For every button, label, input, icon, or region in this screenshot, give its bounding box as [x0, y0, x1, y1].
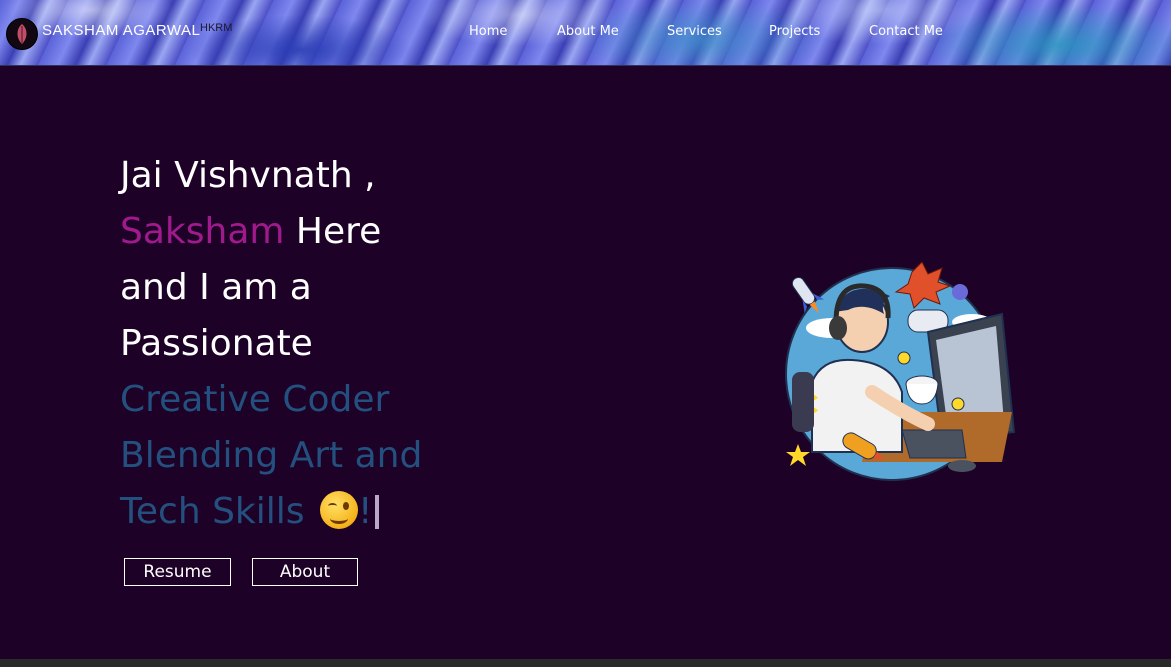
nav-services[interactable]: Services: [667, 24, 722, 39]
nav-about-me[interactable]: About Me: [557, 24, 619, 39]
typing-cursor: [375, 495, 380, 529]
brand-name[interactable]: SAKSHAM AGARWAL: [42, 22, 200, 39]
nav-home[interactable]: Home: [469, 24, 507, 39]
hero-line-name: Saksham Here: [120, 204, 500, 260]
gamer-coder-illustration: [752, 261, 1022, 491]
hero-line-intro: and I am a: [120, 267, 312, 308]
nav-contact-me[interactable]: Contact Me: [869, 24, 943, 39]
about-button[interactable]: About: [252, 558, 358, 586]
hero-exclaim: !: [358, 491, 373, 532]
brand-superscript: HKRM: [200, 22, 233, 34]
hero-typed-line-3: Tech Skills !: [120, 484, 500, 540]
hero-text: Jai Vishvnath , Saksham Here and I am a …: [120, 148, 500, 540]
top-header: SAKSHAM AGARWAL HKRM Home About Me Servi…: [0, 0, 1171, 66]
hero-here: Here: [284, 211, 382, 252]
hero-name: Saksham: [120, 211, 285, 252]
bottom-scroll-bar: [0, 659, 1171, 667]
hero-line-passionate: Passionate: [120, 323, 313, 364]
resume-button[interactable]: Resume: [124, 558, 231, 586]
hero-typed-line-1: Creative Coder: [120, 379, 390, 420]
hero-typed-line-2: Blending Art and: [120, 435, 423, 476]
wink-emoji-icon: [320, 491, 358, 529]
leaf-logo-icon[interactable]: [6, 18, 38, 50]
nav-projects[interactable]: Projects: [769, 24, 820, 39]
hero-line-greeting: Jai Vishvnath ,: [120, 155, 376, 196]
hero-typed-text: Tech Skills: [120, 491, 305, 532]
